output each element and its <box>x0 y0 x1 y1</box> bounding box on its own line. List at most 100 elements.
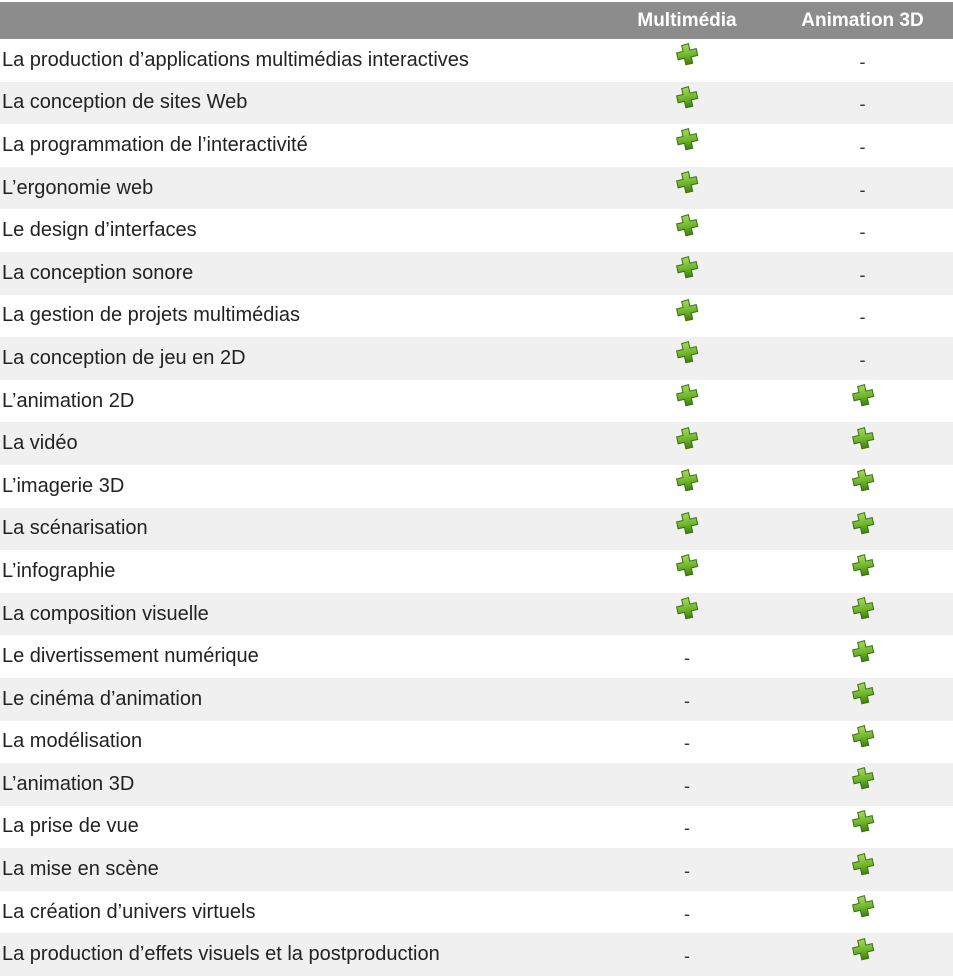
row-label: La conception de jeu en 2D <box>2 346 246 369</box>
animation-3d-cell <box>772 550 953 593</box>
green-plus-icon <box>676 85 699 109</box>
dash-mark: - <box>859 51 866 72</box>
multimedia-cell <box>602 593 772 636</box>
green-plus-icon <box>676 384 699 407</box>
row-label: L’animation 3D <box>2 772 135 795</box>
green-plus-icon <box>676 298 699 322</box>
dash-mark: - <box>684 946 690 967</box>
green-plus-icon <box>676 426 699 449</box>
table-row: La programmation de l’interactivité - <box>0 124 953 167</box>
row-label: La conception de sites Web <box>2 91 248 114</box>
green-plus-icon <box>851 724 874 748</box>
multimedia-cell: - <box>602 933 772 976</box>
multimedia-cell <box>602 295 772 338</box>
table-row: L’ergonomie web - <box>0 166 953 210</box>
table-row: La modélisation - <box>0 720 953 764</box>
table-body: La production d’applications multimédias… <box>0 39 953 977</box>
multimedia-cell <box>602 380 772 423</box>
row-label: La gestion de projets multimédias <box>2 304 300 327</box>
table-row: L’imagerie 3D <box>0 464 953 508</box>
multimedia-cell <box>602 167 772 210</box>
row-label: La composition visuelle <box>2 602 209 625</box>
green-plus-icon <box>851 511 874 535</box>
row-label: Le cinéma d’animation <box>2 687 203 710</box>
table-row: Le design d’interfaces - <box>0 209 953 252</box>
dash-mark: - <box>859 264 866 285</box>
dash-mark: - <box>859 349 866 370</box>
animation-3d-cell: - <box>772 124 953 167</box>
green-plus-icon <box>676 511 699 535</box>
multimedia-cell <box>602 39 772 82</box>
multimedia-cell: - <box>602 848 772 891</box>
animation-3d-cell <box>772 721 953 764</box>
dash-mark: - <box>684 818 690 839</box>
table-row: La vidéo <box>0 422 953 465</box>
green-plus-icon <box>676 469 699 492</box>
green-plus-icon <box>676 213 699 237</box>
green-plus-icon <box>676 256 699 279</box>
dash-mark: - <box>684 903 690 924</box>
multimedia-cell: - <box>602 763 772 806</box>
animation-3d-cell <box>772 635 953 678</box>
animation-3d-cell: - <box>772 82 953 125</box>
table-row: La conception sonore - <box>0 251 953 295</box>
table-row: La production d’effets visuels et la pos… <box>0 933 953 977</box>
animation-3d-cell <box>772 933 953 976</box>
animation-3d-cell: - <box>772 39 953 82</box>
row-label: La mise en scène <box>2 858 159 881</box>
multimedia-cell <box>602 550 772 593</box>
table-row: La mise en scène - <box>0 848 953 891</box>
animation-3d-cell: - <box>772 252 953 295</box>
dash-mark: - <box>684 775 690 796</box>
green-plus-icon <box>851 767 874 790</box>
row-label: La production d’applications multimédias… <box>2 48 469 71</box>
animation-3d-cell: - <box>772 167 953 210</box>
green-plus-icon <box>851 682 874 705</box>
animation-3d-cell <box>772 763 953 806</box>
row-label: La conception sonore <box>2 261 194 284</box>
table-row: Le cinéma d’animation - <box>0 677 953 721</box>
green-plus-icon <box>851 554 874 577</box>
table-header: Multimédia Animation 3D <box>0 0 953 39</box>
row-label: L’imagerie 3D <box>2 474 125 497</box>
row-label: La scénarisation <box>2 517 148 540</box>
row-label: La programmation de l’interactivité <box>2 133 308 156</box>
comparison-table: Multimédia Animation 3D La production d’… <box>0 0 953 977</box>
row-label: Le divertissement numérique <box>2 645 259 668</box>
row-label: La production d’effets visuels et la pos… <box>2 943 440 966</box>
multimedia-cell <box>602 422 772 465</box>
table-row: La scénarisation <box>0 507 953 551</box>
row-label: L’animation 2D <box>2 389 135 412</box>
dash-mark: - <box>684 733 690 754</box>
multimedia-cell <box>602 252 772 295</box>
multimedia-cell <box>602 82 772 125</box>
table-row: L’animation 3D - <box>0 763 953 806</box>
green-plus-icon <box>851 810 874 833</box>
multimedia-cell: - <box>602 721 772 764</box>
multimedia-cell <box>602 337 772 380</box>
table-row: La gestion de projets multimédias - <box>0 294 953 338</box>
green-plus-icon <box>676 554 699 577</box>
animation-3d-cell <box>772 508 953 551</box>
green-plus-icon <box>676 128 699 151</box>
table-row: La conception de jeu en 2D - <box>0 337 953 380</box>
green-plus-icon <box>851 469 874 492</box>
dash-mark: - <box>684 861 690 882</box>
green-plus-icon <box>851 639 874 662</box>
animation-3d-cell <box>772 806 953 849</box>
green-plus-icon <box>851 852 874 875</box>
green-plus-icon <box>676 43 699 66</box>
animation-3d-cell <box>772 848 953 891</box>
green-plus-icon <box>851 426 874 449</box>
table-row: L’infographie <box>0 550 953 593</box>
dash-mark: - <box>859 136 866 157</box>
table-row: La composition visuelle <box>0 592 953 636</box>
animation-3d-cell: - <box>772 209 953 252</box>
row-label: La modélisation <box>2 730 143 753</box>
table-row: L’animation 2D <box>0 379 953 423</box>
multimedia-cell: - <box>602 806 772 849</box>
row-label: L’ergonomie web <box>2 176 154 199</box>
table-row: La création d’univers virtuels - <box>0 890 953 934</box>
dash-mark: - <box>684 690 690 711</box>
dash-mark: - <box>859 307 866 328</box>
